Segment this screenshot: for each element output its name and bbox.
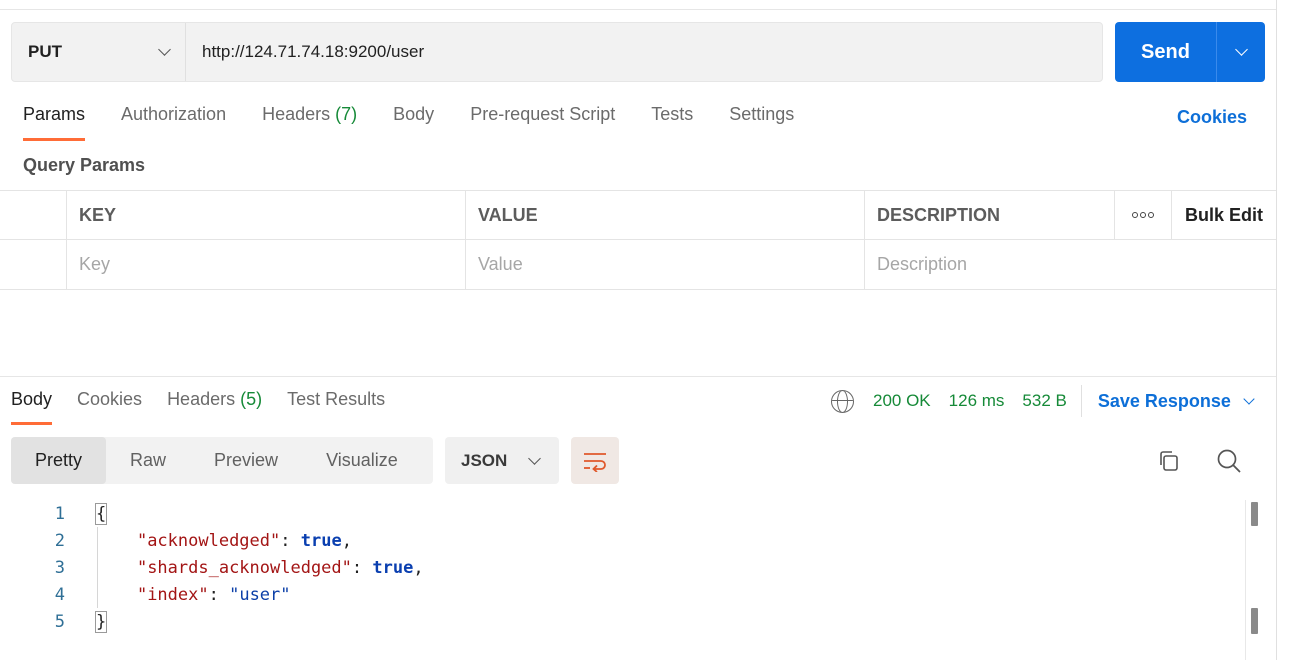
tab-body[interactable]: Body [393,104,434,141]
response-size[interactable]: 532 B [1022,391,1066,411]
query-params-table: KEY VALUE DESCRIPTION Bulk Edit Key Valu… [0,190,1276,290]
chevron-down-icon [1243,392,1255,405]
column-header-key: KEY [67,191,466,239]
tab-params[interactable]: Params [23,104,86,141]
code-text: "acknowledged": true, [96,531,352,551]
status-code[interactable]: 200 OK [873,391,931,411]
description-input[interactable]: Description [865,240,1276,289]
table-row: Key Value Description [0,240,1276,290]
json-key: "index" [136,584,209,605]
right-panel-border [1276,0,1277,660]
json-colon: : [351,557,373,578]
meta-separator [1080,385,1082,417]
json-key: "acknowledged" [136,530,281,551]
query-params-title: Query Params [23,155,146,175]
value-input[interactable]: Value [466,240,865,289]
url-bar: PUT http://124.71.74.18:9200/user [11,22,1103,82]
line-number: 2 [54,530,65,551]
headers-count: (7) [335,104,358,124]
format-select[interactable]: JSON [445,437,559,484]
tab-test-results[interactable]: Test Results [287,389,385,425]
response-headers-count: (5) [240,389,263,409]
response-meta: 200 OK 126 ms 532 B Save Response [831,385,1255,417]
tab-response-cookies[interactable]: Cookies [77,389,142,425]
chevron-down-icon [528,451,541,465]
row-handle [0,240,67,289]
line-number: 5 [54,611,65,632]
tab-headers-label: Headers [262,104,331,124]
tab-headers[interactable]: Headers (7) [262,104,357,141]
scrollbar-thumb-bottom[interactable] [1251,608,1258,634]
format-label: JSON [461,450,508,470]
json-colon: : [280,530,301,551]
send-button[interactable]: Send [1115,22,1217,82]
scrollbar-thumb-top[interactable] [1251,502,1258,526]
tab-prerequest-script[interactable]: Pre-request Script [470,104,615,141]
tab-response-headers[interactable]: Headers (5) [167,389,262,425]
code-text: "shards_acknowledged": true, [96,558,424,578]
json-comma: , [341,530,352,551]
code-line: 5 } [0,608,1245,635]
top-divider [0,9,1277,10]
column-header-description: DESCRIPTION [865,191,1115,239]
view-visualize-button[interactable]: Visualize [302,437,422,484]
tab-tests[interactable]: Tests [651,104,693,141]
line-number: 3 [54,557,65,578]
save-response-label: Save Response [1097,390,1231,411]
key-input[interactable]: Key [67,240,466,289]
json-colon: : [208,584,230,605]
close-brace: } [94,610,108,633]
bulk-edit-button[interactable]: Bulk Edit [1172,191,1276,239]
table-header-row: KEY VALUE DESCRIPTION Bulk Edit [0,190,1276,240]
code-text: "index": "user" [96,585,291,605]
tab-response-body[interactable]: Body [11,389,53,425]
chevron-down-icon [1234,43,1248,56]
search-icon[interactable] [1216,448,1242,474]
open-brace: { [94,502,108,525]
column-header-value: VALUE [466,191,865,239]
cookies-link[interactable]: Cookies [1177,107,1247,128]
wrap-lines-button[interactable] [571,437,619,484]
line-number: 1 [54,503,65,524]
json-value: true [300,530,342,551]
json-comma: , [413,557,424,578]
more-options-button[interactable] [1115,191,1172,239]
json-key: "shards_acknowledged" [136,557,352,578]
code-text: } [94,610,108,633]
tab-settings[interactable]: Settings [729,104,794,141]
more-horizontal-icon [1132,212,1154,218]
code-line: 3 "shards_acknowledged": true, [0,554,1245,581]
response-divider[interactable] [0,376,1276,377]
json-value: true [372,557,414,578]
line-number: 4 [54,584,65,605]
method-select[interactable]: PUT [12,23,186,81]
tab-response-headers-label: Headers [167,389,236,409]
code-line: 1 { [0,500,1245,527]
code-line: 4 "index": "user" [0,581,1245,608]
send-dropdown-button[interactable] [1217,22,1265,82]
response-body-editor[interactable]: 1 { 2 "acknowledged": true, 3 "shards_ac… [0,500,1245,635]
view-preview-button[interactable]: Preview [190,437,302,484]
method-label: PUT [28,42,62,61]
chevron-down-icon [158,43,171,56]
code-line: 2 "acknowledged": true, [0,527,1245,554]
response-tabs: Body Cookies Headers (5) Test Results [11,389,410,425]
response-time[interactable]: 126 ms [949,391,1005,411]
json-value: "user" [229,584,291,605]
view-mode-segment: Pretty Raw Preview Visualize [11,437,433,484]
code-text: { [94,502,108,525]
send-button-group: Send [1115,22,1265,82]
copy-icon[interactable] [1157,449,1181,473]
url-input[interactable]: http://124.71.74.18:9200/user [186,42,424,62]
save-response-button[interactable]: Save Response [1097,390,1255,412]
view-pretty-button[interactable]: Pretty [11,437,107,484]
wrap-lines-icon [584,452,606,472]
tab-authorization[interactable]: Authorization [121,104,226,141]
request-tabs: Params Authorization Headers (7) Body Pr… [23,104,830,144]
view-raw-button[interactable]: Raw [106,437,190,484]
row-handle-header [0,191,67,239]
globe-icon[interactable] [831,389,854,413]
